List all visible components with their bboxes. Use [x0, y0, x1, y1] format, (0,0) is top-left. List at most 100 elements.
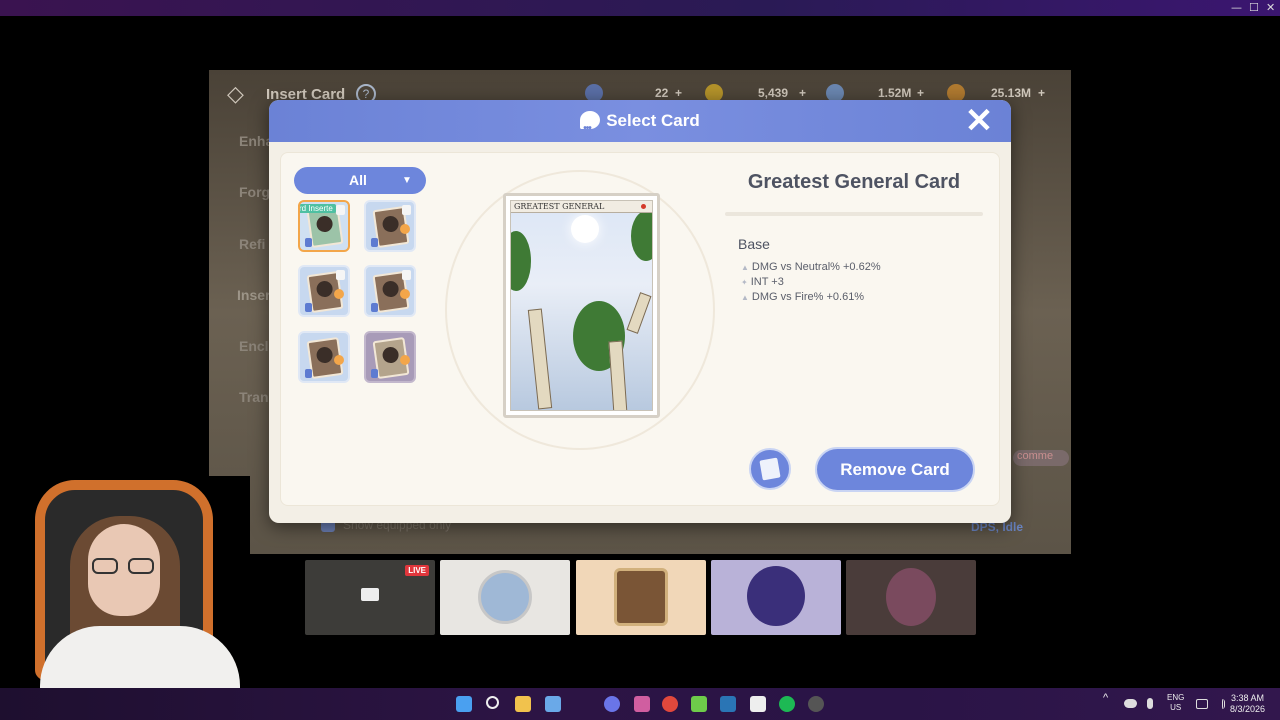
stat-text: DMG vs Fire% +0.61% — [751, 291, 865, 303]
card-slot-5[interactable] — [298, 331, 350, 383]
stat-bullet-icon: ▲ — [741, 293, 749, 302]
close-window-button[interactable]: ✕ — [1266, 1, 1275, 14]
region-code: US — [1170, 703, 1182, 712]
gem-icon — [371, 369, 378, 378]
card-art-name: GREATEST GENERAL — [511, 201, 652, 213]
badge-icon — [400, 224, 410, 234]
card-slot-2[interactable] — [364, 200, 416, 252]
filter-dropdown[interactable]: All ▼ — [294, 167, 426, 194]
comment-tag: comme — [1013, 450, 1069, 466]
chevron-down-icon: ▼ — [402, 175, 412, 186]
system-clock[interactable]: 3:38 AM 8/3/2026 — [1230, 693, 1265, 715]
cards-icon — [759, 457, 781, 481]
card-slot-4[interactable] — [364, 265, 416, 317]
avatar — [478, 570, 532, 624]
back-arrow-icon[interactable]: ◇ — [227, 82, 259, 106]
stat-bullet-icon: ✦ — [741, 278, 748, 287]
modal-title: Select Card — [606, 111, 700, 130]
card-slot-1[interactable]: rd Inserte — [298, 200, 350, 252]
glasses — [92, 558, 156, 574]
notepad-icon[interactable] — [545, 696, 561, 712]
badge-icon — [334, 289, 344, 299]
sidebar-item-transfer[interactable]: Tran — [239, 389, 269, 405]
chrome-icon[interactable] — [662, 696, 678, 712]
badge-icon — [400, 355, 410, 365]
gem-icon — [305, 369, 312, 378]
lock-icon — [336, 205, 345, 215]
display-icon[interactable] — [1196, 699, 1208, 709]
stream-thumbnail-1[interactable]: LIVE — [305, 560, 435, 635]
clock-date: 8/3/2026 — [1230, 704, 1266, 714]
stat-line: ▲ DMG vs Neutral% +0.62% — [741, 261, 881, 273]
resource-value-2: 5,439 — [758, 86, 789, 100]
os-title-bar — [0, 0, 1280, 16]
file-explorer-icon[interactable] — [515, 696, 531, 712]
webcam-feed — [0, 476, 250, 720]
clock-time: 3:38 AM — [1231, 693, 1265, 703]
card-slot-3[interactable] — [298, 265, 350, 317]
avatar — [614, 568, 668, 626]
sidebar-item-refine[interactable]: Refi — [239, 236, 265, 252]
avatar — [886, 568, 936, 626]
pole-art — [626, 292, 652, 334]
lock-icon — [336, 270, 345, 280]
copilot-icon[interactable] — [634, 696, 650, 712]
card-slot-dot — [641, 204, 646, 209]
tray-overflow-icon[interactable]: ^ — [1103, 693, 1108, 704]
volume-icon[interactable] — [1214, 699, 1225, 709]
remove-card-button[interactable]: Remove Card — [815, 447, 975, 492]
steam-icon[interactable] — [720, 696, 736, 712]
resource-value-4: 25.13M — [991, 86, 1032, 100]
badge-icon — [334, 355, 344, 365]
windows-start-icon[interactable] — [456, 696, 472, 712]
microphone-icon[interactable] — [1147, 698, 1153, 709]
game-launcher-icon[interactable] — [691, 696, 707, 712]
card-artwork: GREATEST GENERAL — [510, 200, 653, 411]
sidebar-item-forge[interactable]: Forg — [239, 184, 270, 200]
resource-value-3: 1.52M — [878, 86, 912, 100]
resource-add-3[interactable]: + — [917, 86, 924, 100]
card-collection-button[interactable] — [749, 448, 791, 490]
search-icon[interactable] — [486, 696, 499, 709]
stream-thumbnail-4[interactable] — [711, 560, 841, 635]
close-modal-button[interactable]: ✕ — [963, 104, 995, 138]
gem-icon — [371, 303, 378, 312]
tree-art — [631, 211, 652, 261]
language-code: ENG — [1167, 693, 1185, 702]
resource-add-1[interactable]: + — [675, 86, 682, 100]
sidebar-item-enchant[interactable]: Encl — [239, 338, 269, 354]
spotify-icon[interactable] — [779, 696, 795, 712]
badge-icon — [400, 289, 410, 299]
maximize-button[interactable]: ☐ — [1249, 1, 1259, 14]
cloud-icon[interactable] — [1124, 699, 1137, 708]
recording-app-icon[interactable] — [808, 696, 824, 712]
minimize-button[interactable]: — — [1231, 1, 1242, 14]
pole-art — [608, 340, 628, 410]
stream-thumbnail-2[interactable] — [440, 560, 570, 635]
avatar — [747, 566, 805, 626]
discord-icon[interactable] — [604, 696, 620, 712]
obs-icon[interactable] — [750, 696, 766, 712]
stat-text: DMG vs Neutral% +0.62% — [751, 261, 881, 273]
stat-text: INT +3 — [750, 276, 784, 288]
monitor-icon — [361, 588, 379, 601]
resource-value-1: 22 — [655, 86, 669, 100]
card-slot-6[interactable] — [364, 331, 416, 383]
title-divider — [725, 212, 983, 216]
resource-add-4[interactable]: + — [1038, 86, 1045, 100]
sun-art — [571, 215, 599, 243]
tree-art — [511, 231, 531, 291]
gem-icon — [305, 303, 312, 312]
resource-add-2[interactable]: + — [799, 86, 806, 100]
stream-thumbnail-5[interactable] — [846, 560, 976, 635]
card-preview: GREATEST GENERAL — [503, 193, 660, 418]
live-badge: LIVE — [405, 565, 429, 576]
stat-line: ▲ DMG vs Fire% +0.61% — [741, 291, 864, 303]
gem-icon — [305, 238, 312, 247]
pole-art — [527, 308, 553, 410]
base-stats-label: Base — [738, 236, 770, 252]
card-title: Greatest General Card — [747, 171, 961, 193]
stream-thumbnail-3[interactable] — [576, 560, 706, 635]
modal-title-bar: Select Card — [269, 100, 1011, 150]
language-indicator[interactable]: ENG US — [1167, 693, 1184, 713]
